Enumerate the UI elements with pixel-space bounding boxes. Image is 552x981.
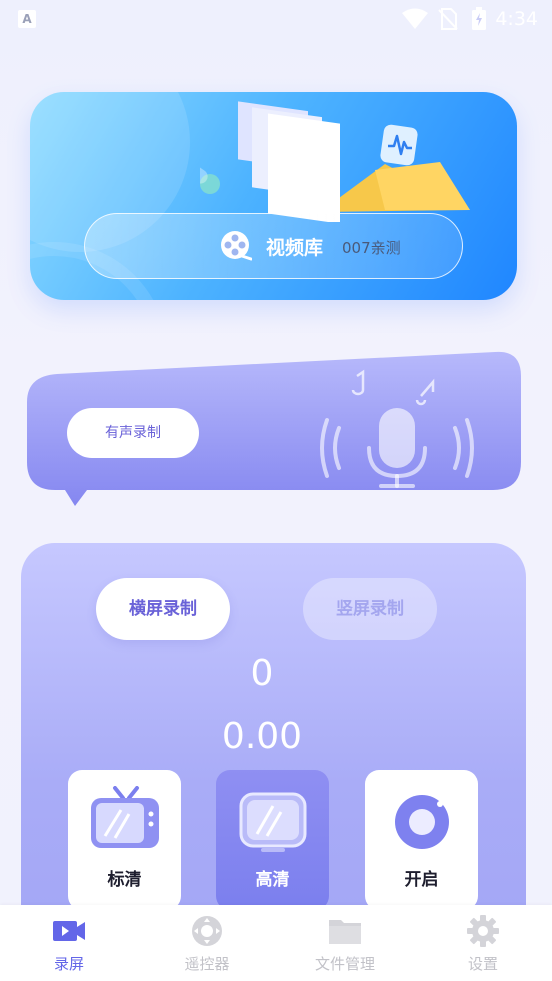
nav-label-record: 录屏 [53, 955, 84, 973]
film-reel-icon [221, 231, 252, 261]
video-camera-icon [53, 921, 85, 941]
portrait-record-button[interactable]: 竖屏录制 [303, 578, 437, 640]
video-library-card[interactable]: 视频库 007亲测 [30, 92, 517, 300]
tv-icon [90, 786, 159, 848]
status-bar: A 4:34 [0, 0, 552, 38]
nav-settings[interactable]: 设置 [414, 905, 552, 981]
audio-wave-icon [380, 124, 418, 166]
wifi-icon [402, 8, 428, 29]
nav-record-screen[interactable]: 录屏 [0, 905, 138, 981]
nav-remote-control[interactable]: 遥控器 [138, 905, 276, 981]
standard-quality-label: 标清 [107, 870, 142, 890]
no-sim-icon [438, 8, 458, 30]
high-quality-label: 高清 [255, 870, 290, 890]
sound-recording-toggle[interactable]: 有声录制 [67, 408, 199, 458]
nav-label-files: 文件管理 [314, 955, 375, 973]
folder-illustration [200, 101, 470, 222]
recording-counter: 0 [250, 653, 274, 694]
recording-panel: 横屏录制 竖屏录制 0 0.00 标清 高清 开启 [21, 543, 526, 943]
start-recording-label: 开启 [404, 870, 439, 890]
remote-control-icon [192, 916, 222, 946]
nav-label-remote: 遥控器 [184, 955, 230, 973]
recording-size: 0.00 [221, 716, 303, 757]
nav-label-settings: 设置 [467, 955, 498, 973]
bottom-nav: 录屏 遥控器 文件管理 设置 [0, 905, 552, 981]
status-time: 4:34 [495, 8, 538, 30]
video-library-title: 视频库 [266, 237, 324, 259]
gear-icon [467, 915, 499, 947]
battery-icon [472, 7, 486, 30]
sound-recording-banner: 有声录制 [27, 350, 521, 510]
folder-icon [329, 920, 361, 944]
notification-icon: A [18, 10, 36, 28]
microphone-icon [320, 369, 474, 488]
record-toggle-icon [394, 795, 449, 849]
nav-file-manager[interactable]: 文件管理 [276, 905, 414, 981]
high-quality-option[interactable]: 高清 [216, 770, 329, 910]
start-recording-option[interactable]: 开启 [365, 770, 478, 910]
video-library-subtitle: 007亲测 [342, 239, 401, 257]
standard-quality-option[interactable]: 标清 [68, 770, 181, 910]
video-library-button[interactable]: 视频库 007亲测 [84, 213, 463, 279]
monitor-icon [239, 792, 306, 852]
landscape-record-button[interactable]: 横屏录制 [96, 578, 230, 640]
